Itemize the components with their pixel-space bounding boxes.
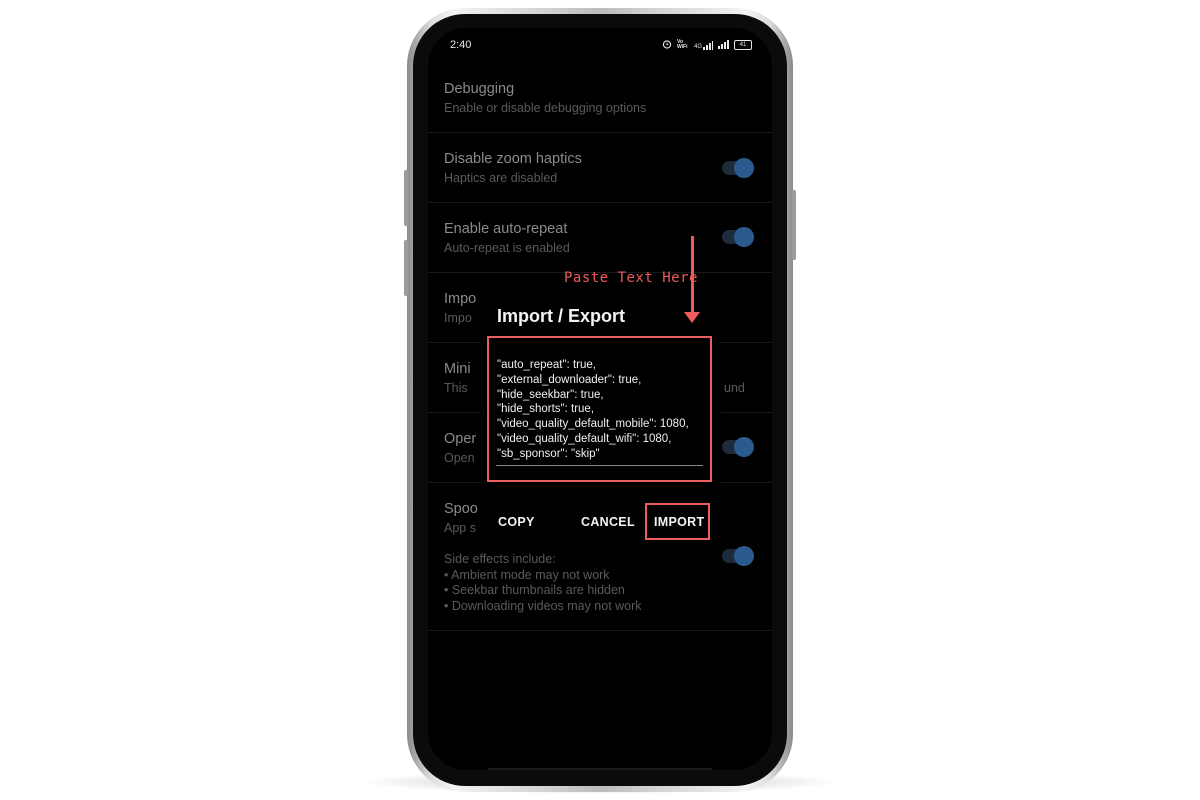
paste-text-annotation: Paste Text Here: [564, 270, 698, 286]
setting-title: Impo: [444, 291, 477, 307]
import-button[interactable]: IMPORT: [654, 515, 704, 529]
setting-subtitle: Auto-repeat is enabled: [444, 241, 570, 255]
open-links-toggle[interactable]: [722, 437, 754, 457]
setting-subtitle: Open: [444, 451, 475, 465]
copy-button[interactable]: COPY: [498, 515, 535, 529]
wifi-calling-icon: Vo WiFi: [676, 39, 688, 50]
setting-subtitle: Enable or disable debugging options: [444, 101, 647, 115]
setting-title: Oper: [444, 431, 477, 447]
signal-icon: 4G: [693, 40, 713, 50]
home-indicator: [488, 768, 712, 770]
spoof-toggle[interactable]: [722, 546, 754, 566]
setting-title: Disable zoom haptics: [444, 151, 582, 167]
setting-title: Spoo: [444, 501, 478, 517]
toggle-knob: [734, 546, 754, 566]
zoom-haptics-toggle[interactable]: [722, 158, 754, 178]
dialog-title: Import / Export: [497, 306, 626, 326]
volume-up-button: [404, 170, 408, 226]
power-button: [792, 190, 796, 260]
setting-debugging[interactable]: Debugging Enable or disable debugging op…: [428, 68, 772, 133]
annotation-arrow: [691, 236, 694, 316]
toggle-knob: [734, 227, 754, 247]
setting-subtitle: App s: [444, 521, 476, 535]
setting-enable-auto-repeat[interactable]: Enable auto-repeat Auto-repeat is enable…: [428, 202, 772, 273]
toggle-knob: [734, 158, 754, 178]
status-time: 2:40: [450, 39, 472, 51]
side-effects-text: Side effects include: • Ambient mode may…: [444, 552, 642, 613]
status-icons: Vo WiFi 4G 41: [662, 39, 752, 51]
setting-title: Enable auto-repeat: [444, 221, 568, 237]
toggle-knob: [734, 437, 754, 457]
input-underline: [496, 465, 703, 466]
signal-icon: [718, 39, 729, 51]
setting-title: Mini: [444, 361, 471, 377]
setting-title: Debugging: [444, 81, 515, 97]
battery-icon: 41: [734, 40, 752, 50]
setting-disable-zoom-haptics[interactable]: Disable zoom haptics Haptics are disable…: [428, 132, 772, 203]
lte-label: 4G: [693, 43, 702, 50]
setting-subtitle: This: [444, 381, 468, 395]
arrow-down-icon: [684, 312, 700, 323]
alarm-icon: [662, 39, 672, 51]
setting-subtitle: Impo: [444, 311, 472, 325]
auto-repeat-toggle[interactable]: [722, 227, 754, 247]
cancel-button[interactable]: CANCEL: [581, 515, 635, 529]
setting-subtitle-tail: und: [724, 381, 745, 395]
volume-down-button: [404, 240, 408, 296]
settings-json-input[interactable]: "auto_repeat": true, "external_downloade…: [497, 358, 689, 462]
setting-subtitle: Haptics are disabled: [444, 171, 558, 185]
